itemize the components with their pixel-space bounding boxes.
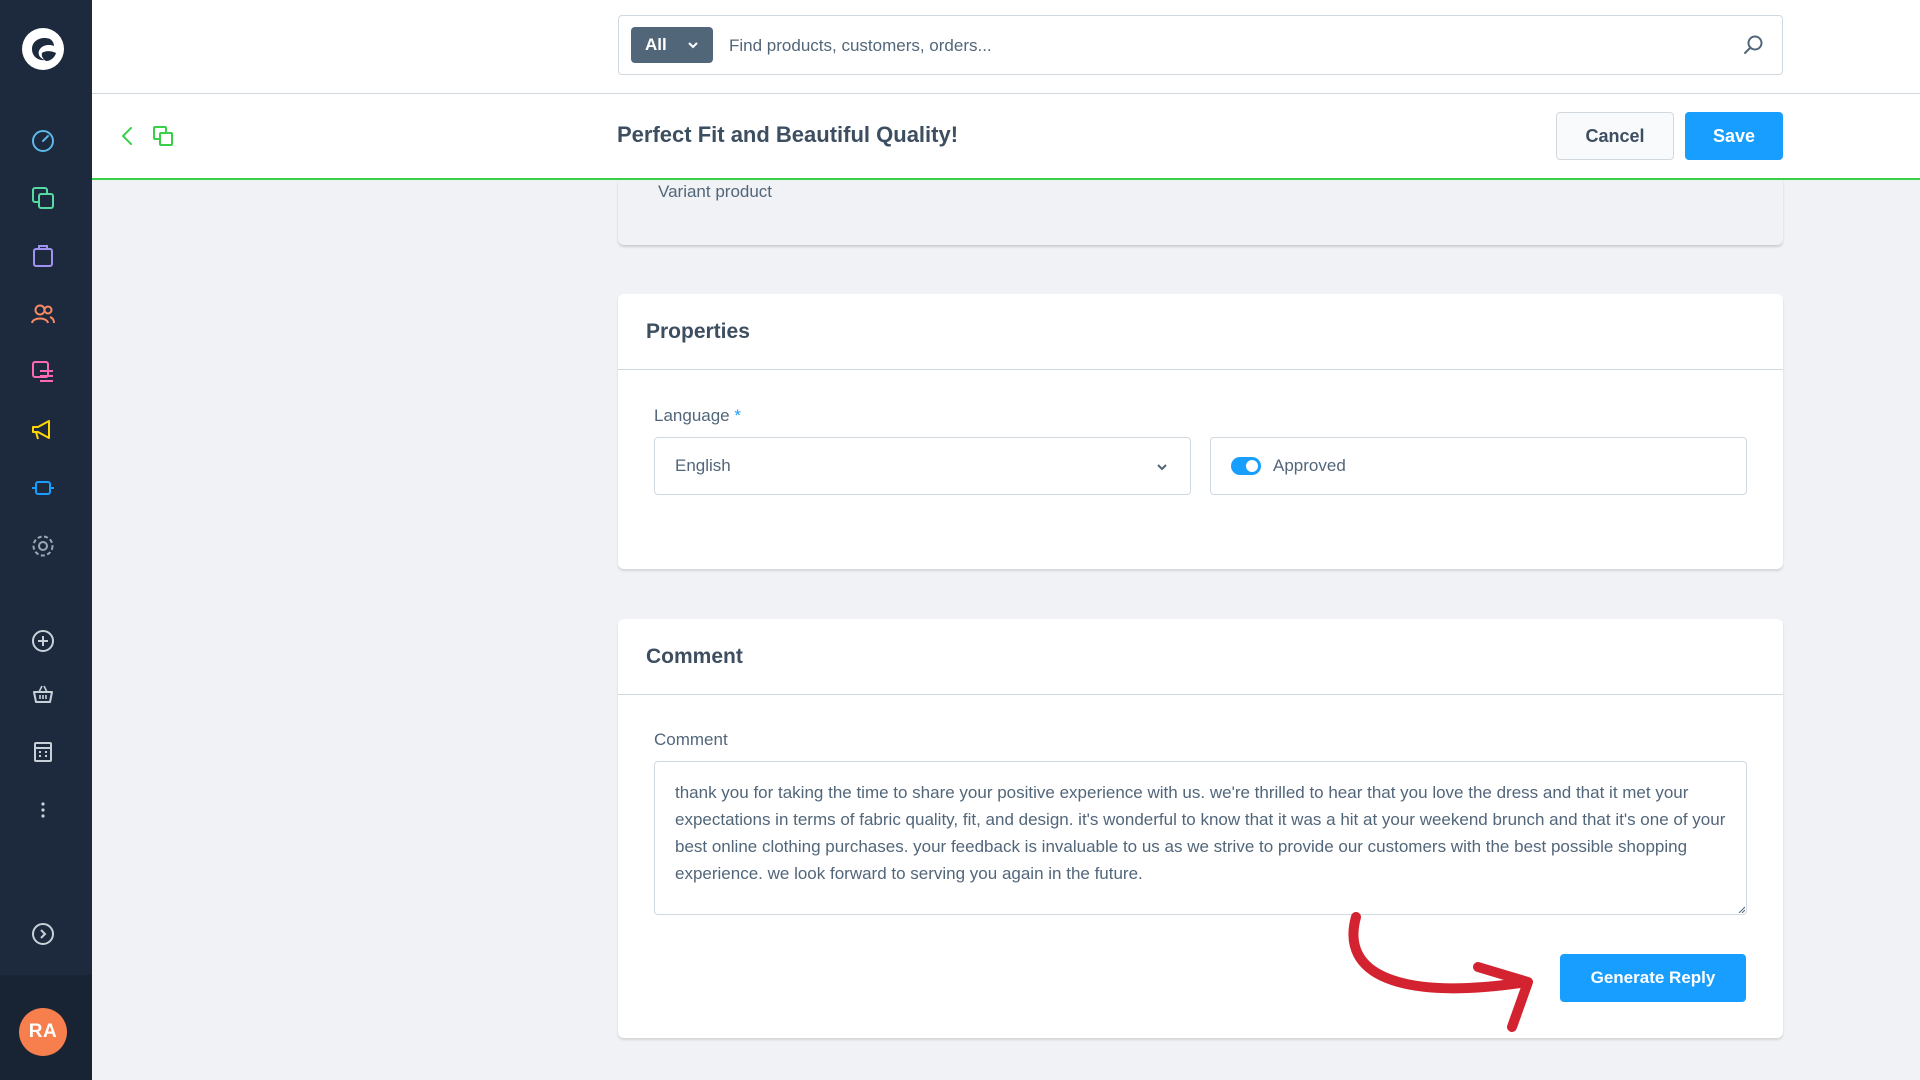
shopware-logo[interactable] [20, 26, 66, 72]
chevron-down-icon [688, 42, 698, 49]
language-select-value: English [675, 456, 731, 475]
topbar: All [92, 0, 1920, 94]
copy-icon[interactable] [152, 125, 174, 147]
required-marker: * [734, 406, 741, 425]
approved-switch-field: Approved [1210, 437, 1747, 495]
language-label: Language * [654, 406, 741, 426]
sales-channel-basket-icon[interactable] [29, 680, 57, 708]
variant-product-label: Variant product [658, 182, 773, 201]
comment-card-title: Comment [618, 619, 1783, 695]
marketing-icon[interactable] [29, 416, 57, 444]
product-card-bottom: Variant product [618, 180, 1783, 245]
back-icon[interactable] [117, 124, 137, 148]
catalog-icon[interactable] [29, 184, 57, 212]
resize-handle-icon[interactable] [1737, 905, 1745, 913]
sales-channel-store-icon[interactable] [29, 738, 57, 766]
smart-bar: Perfect Fit and Beautiful Quality! Cance… [92, 94, 1920, 180]
avatar[interactable]: RA [19, 1008, 67, 1056]
orders-icon[interactable] [29, 242, 57, 270]
extensions-icon[interactable] [29, 474, 57, 502]
content-icon[interactable] [29, 358, 57, 386]
search-type-label: All [645, 35, 667, 54]
settings-icon[interactable] [29, 532, 57, 560]
approved-toggle[interactable] [1231, 457, 1261, 475]
sidebar: RA [0, 0, 92, 1080]
properties-card: Properties Language * English Approved [618, 294, 1783, 569]
properties-card-title: Properties [618, 294, 1783, 370]
dashboard-icon[interactable] [29, 126, 57, 154]
comment-card: Comment Comment thank you for taking the… [618, 619, 1783, 1038]
search-type-dropdown[interactable]: All [631, 27, 713, 63]
generate-reply-button[interactable]: Generate Reply [1560, 954, 1746, 1002]
language-select[interactable]: English [654, 437, 1191, 495]
global-search: All [618, 15, 1783, 75]
comment-textarea[interactable]: thank you for taking the time to share y… [654, 761, 1747, 915]
page-title: Perfect Fit and Beautiful Quality! [617, 122, 959, 147]
comment-field-label: Comment [654, 730, 728, 749]
search-input[interactable] [729, 28, 1709, 64]
save-button[interactable]: Save [1685, 112, 1783, 160]
approved-label: Approved [1273, 456, 1346, 475]
sidebar-footer: RA [0, 975, 92, 1080]
add-icon[interactable] [29, 627, 57, 655]
cancel-button[interactable]: Cancel [1556, 112, 1674, 160]
customers-icon[interactable] [29, 300, 57, 328]
expand-icon[interactable] [29, 920, 57, 948]
search-icon[interactable] [1742, 34, 1764, 56]
chevron-down-icon [1157, 464, 1167, 471]
language-label-text: Language [654, 406, 730, 425]
more-icon[interactable] [29, 796, 57, 824]
